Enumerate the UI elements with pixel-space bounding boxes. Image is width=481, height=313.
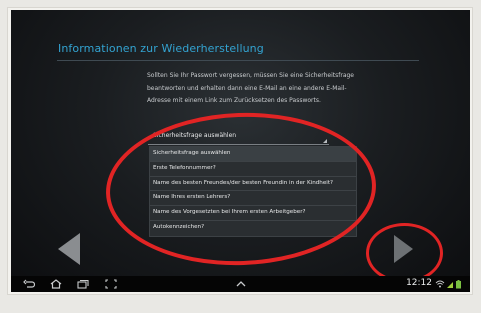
security-question-select[interactable]: Sicherheitsfrage auswählen xyxy=(148,130,329,145)
chevron-up-icon[interactable] xyxy=(235,279,247,289)
dropdown-option[interactable]: Name des besten Freundes/der besten Freu… xyxy=(150,177,356,192)
dropdown-option[interactable]: Autokennzeichen? xyxy=(150,221,356,236)
screenshot-icon[interactable] xyxy=(105,279,117,289)
next-button[interactable] xyxy=(394,235,413,263)
dropdown-option[interactable]: Name Ihres ersten Lehrers? xyxy=(150,191,356,207)
previous-button[interactable] xyxy=(58,233,80,265)
page-title: Informationen zur Wiederherstellung xyxy=(58,42,264,55)
select-label: Sicherheitsfrage auswählen xyxy=(153,132,237,139)
title-divider xyxy=(57,60,419,61)
clock: 12:12 xyxy=(406,278,432,288)
dropdown-option[interactable]: Erste Telefonnummer? xyxy=(150,162,356,177)
dropdown-option[interactable]: Name des Vorgesetzten bei Ihrem ersten A… xyxy=(150,206,356,221)
dropdown-option[interactable]: Sicherheitsfrage auswählen xyxy=(150,147,356,162)
security-question-dropdown: Sicherheitsfrage auswählen Erste Telefon… xyxy=(149,146,357,237)
description-text: Sollten Sie Ihr Passwort vergessen, müss… xyxy=(147,72,354,105)
status-icons xyxy=(435,280,461,289)
tablet-screen: Informationen zur Wiederherstellung Soll… xyxy=(11,10,470,292)
dropdown-arrow-icon xyxy=(323,139,327,143)
recent-apps-icon[interactable] xyxy=(77,279,89,289)
back-icon[interactable] xyxy=(23,279,35,289)
system-bar: 12:12 xyxy=(11,276,470,292)
home-icon[interactable] xyxy=(50,279,62,289)
